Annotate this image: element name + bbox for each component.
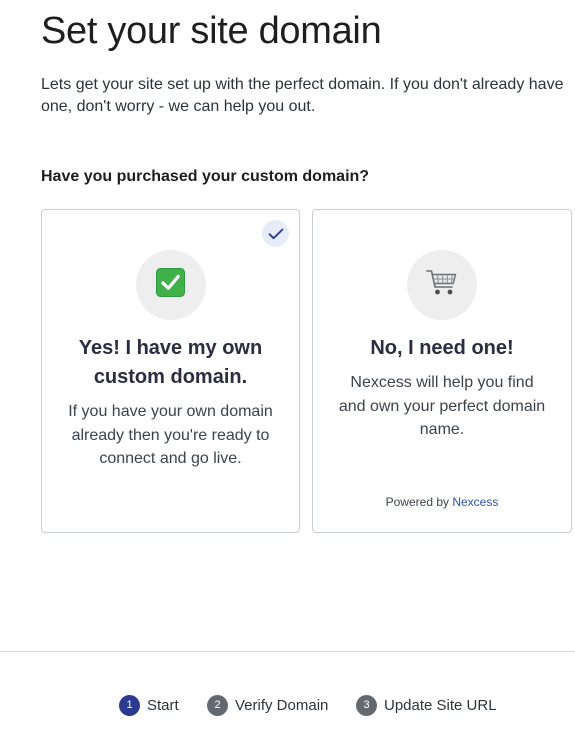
selected-check-icon — [262, 220, 289, 247]
step-label: Verify Domain — [235, 696, 329, 714]
step-number-badge: 2 — [207, 694, 228, 716]
page-title: Set your site domain — [41, 10, 382, 52]
option-description: If you have your own domain already then… — [68, 403, 273, 467]
step-verify-domain[interactable]: 2 Verify Domain — [207, 694, 328, 716]
step-label: Update Site URL — [384, 696, 497, 714]
powered-by-prefix: Powered by — [385, 495, 449, 509]
option-description: Nexcess will help you find and own your … — [338, 374, 546, 438]
checkmark-box-icon — [156, 268, 185, 302]
option-title: Yes! I have my own custom domain. — [78, 337, 263, 388]
step-label: Start — [147, 696, 179, 714]
footer-divider — [0, 651, 575, 652]
domain-question: Have you purchased your custom domain? — [41, 168, 370, 185]
progress-steps: 1 Start 2 Verify Domain 3 Update Site UR… — [0, 694, 575, 716]
powered-by-brand-link[interactable]: Nexcess — [452, 495, 498, 509]
step-number-badge: 1 — [119, 694, 140, 716]
icon-circle — [407, 250, 477, 320]
intro-text: Lets get your site set up with the perfe… — [41, 76, 564, 115]
option-title: No, I need one! — [370, 337, 514, 359]
shopping-cart-icon — [426, 268, 458, 303]
option-card-have-domain[interactable]: Yes! I have my own custom domain. If you… — [41, 209, 300, 533]
step-number-badge: 3 — [356, 694, 377, 716]
option-card-need-domain[interactable]: No, I need one! Nexcess will help you fi… — [312, 209, 572, 533]
icon-circle — [135, 250, 206, 320]
step-start[interactable]: 1 Start — [119, 694, 179, 716]
domain-setup-page: Set your site domain Lets get your site … — [0, 0, 575, 743]
step-update-site-url[interactable]: 3 Update Site URL — [356, 694, 497, 716]
powered-by-note: Powered by Nexcess — [313, 495, 571, 509]
